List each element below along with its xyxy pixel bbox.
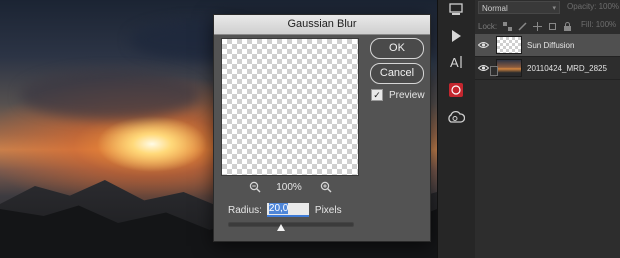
fill-control[interactable]: Fill: 100% <box>581 20 616 29</box>
blend-mode-value: Normal <box>482 4 508 13</box>
panel-toolstrip: A <box>437 0 475 258</box>
lock-transparent-pixels-icon[interactable] <box>503 21 513 31</box>
cancel-button[interactable]: Cancel <box>370 63 424 84</box>
zoom-value: 100% <box>276 182 302 193</box>
fill-label: Fill: <box>581 20 594 29</box>
lock-label: Lock: <box>478 21 498 31</box>
fill-value: 100% <box>595 20 617 29</box>
layer-thumbnail <box>496 36 522 54</box>
layer-row-sun-diffusion[interactable]: Sun Diffusion <box>475 34 620 57</box>
radius-label: Radius: <box>228 204 262 216</box>
character-panel-icon[interactable]: A <box>446 52 466 72</box>
opacity-value: 100% <box>598 2 620 11</box>
dialog-title[interactable]: Gaussian Blur <box>214 15 430 35</box>
ok-button[interactable]: OK <box>370 38 424 59</box>
lock-image-pixels-icon[interactable] <box>518 21 527 31</box>
opacity-control[interactable]: Opacity: 100% <box>567 2 619 11</box>
radius-input[interactable]: 20,0 <box>266 203 309 217</box>
lock-artboard-icon[interactable] <box>548 22 557 31</box>
lock-position-icon[interactable] <box>533 21 543 31</box>
layer-row-photo[interactable]: 20110424_MRD_2825 <box>475 57 620 80</box>
layer-name: Sun Diffusion <box>527 40 575 50</box>
layer-thumbnail <box>490 59 522 77</box>
preview-label: Preview <box>389 89 425 101</box>
layers-panel: Normal ▾ Opacity: 100% Lock: Fill: 100% … <box>475 0 620 258</box>
lock-controls: Lock: <box>478 20 572 32</box>
chevron-down-icon: ▾ <box>552 5 556 12</box>
visibility-eye-icon[interactable] <box>478 41 489 49</box>
layers-panel-icon[interactable] <box>446 0 466 20</box>
radius-unit-label: Pixels <box>314 204 342 216</box>
blend-mode-select[interactable]: Normal ▾ <box>478 1 560 14</box>
preview-checkbox-row[interactable]: ✓ Preview <box>371 88 425 102</box>
opacity-label: Opacity: <box>567 2 597 11</box>
layer-name: 20110424_MRD_2825 <box>527 63 607 73</box>
zoom-controls: 100% <box>221 181 357 195</box>
radius-slider-track[interactable] <box>228 222 354 227</box>
creative-cloud-icon[interactable] <box>446 107 466 127</box>
visibility-eye-icon[interactable] <box>478 64 489 72</box>
lock-all-icon[interactable] <box>563 21 572 31</box>
adobe-acrobat-icon[interactable] <box>446 80 466 100</box>
svg-text:A: A <box>450 55 459 70</box>
play-actions-icon[interactable] <box>446 26 466 46</box>
smart-object-badge-icon <box>490 66 498 76</box>
zoom-in-icon[interactable] <box>320 181 332 193</box>
zoom-out-icon[interactable] <box>249 181 261 193</box>
radius-row: Radius: 20,0 Pixels <box>228 203 342 217</box>
preview-checkbox[interactable]: ✓ <box>371 89 383 101</box>
radius-value: 20,0 <box>268 203 289 214</box>
filter-preview-area[interactable] <box>221 38 359 176</box>
radius-slider-handle[interactable] <box>277 224 286 231</box>
gaussian-blur-dialog: Gaussian Blur OK Cancel ✓ Preview 100% R… <box>213 14 431 242</box>
cloud <box>20 70 200 120</box>
